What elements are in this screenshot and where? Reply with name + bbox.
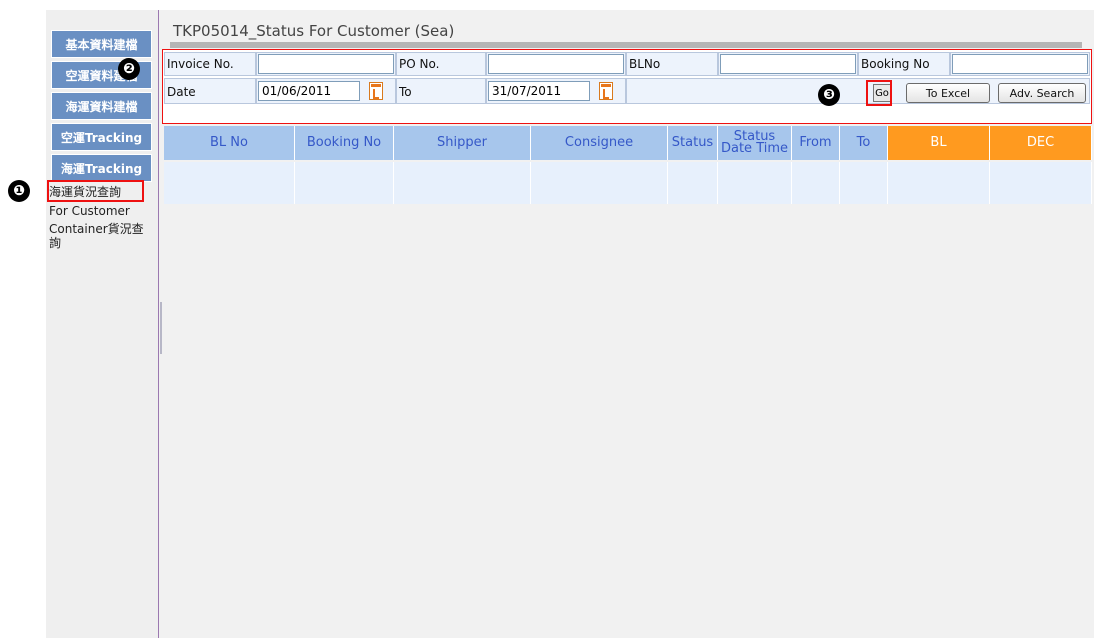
nav-basic-data[interactable]: 基本資料建檔 xyxy=(51,30,152,58)
sidebar: 基本資料建檔 空運資料建檔 海運資料建檔 空運Tracking 海運Tracki… xyxy=(46,10,158,638)
cell-booking-no xyxy=(295,162,394,204)
badge-three: ❸ xyxy=(818,84,840,106)
col-bl[interactable]: BL xyxy=(888,126,990,160)
col-status[interactable]: Status xyxy=(668,126,718,160)
sidebar-link-container-status[interactable]: Container貨況查 xyxy=(49,223,144,236)
date-label: Date xyxy=(167,85,196,99)
badge-one: ❶ xyxy=(8,180,30,202)
nav-sea-data[interactable]: 海運資料建檔 xyxy=(51,92,152,120)
blno-label: BLNo xyxy=(629,57,661,71)
col-from[interactable]: From xyxy=(792,126,840,160)
results-grid-header: BL No Booking No Shipper Consignee Statu… xyxy=(164,126,1092,160)
cell-bl-no xyxy=(164,162,295,204)
cell-from xyxy=(792,162,840,204)
cell-shipper xyxy=(394,162,531,204)
cell-to xyxy=(840,162,888,204)
cell-dec xyxy=(990,162,1092,204)
title-underline xyxy=(170,42,1082,48)
cell-status-date-time xyxy=(718,162,792,204)
to-label: To xyxy=(399,85,412,99)
divider xyxy=(158,10,159,638)
po-input[interactable] xyxy=(488,54,624,74)
po-label: PO No. xyxy=(399,57,440,71)
invoice-input[interactable] xyxy=(258,54,394,74)
to-excel-button[interactable]: To Excel xyxy=(906,83,990,103)
cell-bl xyxy=(888,162,990,204)
page-title: TKP05014_Status For Customer (Sea) xyxy=(173,22,455,40)
splitter-handle[interactable] xyxy=(160,302,162,354)
highlight-box-3 xyxy=(866,80,892,106)
adv-search-button[interactable]: Adv. Search xyxy=(998,83,1086,103)
booking-input[interactable] xyxy=(952,54,1088,74)
col-bl-no[interactable]: BL No xyxy=(164,126,295,160)
sidebar-link-for-customer[interactable]: For Customer xyxy=(49,205,130,218)
calendar-from-icon[interactable] xyxy=(369,82,383,100)
blno-input[interactable] xyxy=(720,54,856,74)
date-to-input[interactable] xyxy=(488,81,590,101)
cell-consignee xyxy=(531,162,668,204)
col-to[interactable]: To xyxy=(840,126,888,160)
date-from-input[interactable] xyxy=(258,81,360,101)
invoice-label: Invoice No. xyxy=(167,57,234,71)
nav-sea-tracking[interactable]: 海運Tracking xyxy=(51,154,152,182)
nav-air-tracking[interactable]: 空運Tracking xyxy=(51,123,152,151)
col-dec[interactable]: DEC xyxy=(990,126,1092,160)
calendar-to-icon[interactable] xyxy=(599,82,613,100)
col-booking-no[interactable]: Booking No xyxy=(295,126,394,160)
col-status-date-time[interactable]: Status Date Time xyxy=(718,126,792,160)
col-consignee[interactable]: Consignee xyxy=(531,126,668,160)
cell-status xyxy=(668,162,718,204)
highlight-box-1 xyxy=(47,180,144,202)
booking-label: Booking No xyxy=(861,57,930,71)
sidebar-link-container-status-cont[interactable]: 詢 xyxy=(49,237,61,250)
badge-two: ❷ xyxy=(118,58,140,80)
col-shipper[interactable]: Shipper xyxy=(394,126,531,160)
